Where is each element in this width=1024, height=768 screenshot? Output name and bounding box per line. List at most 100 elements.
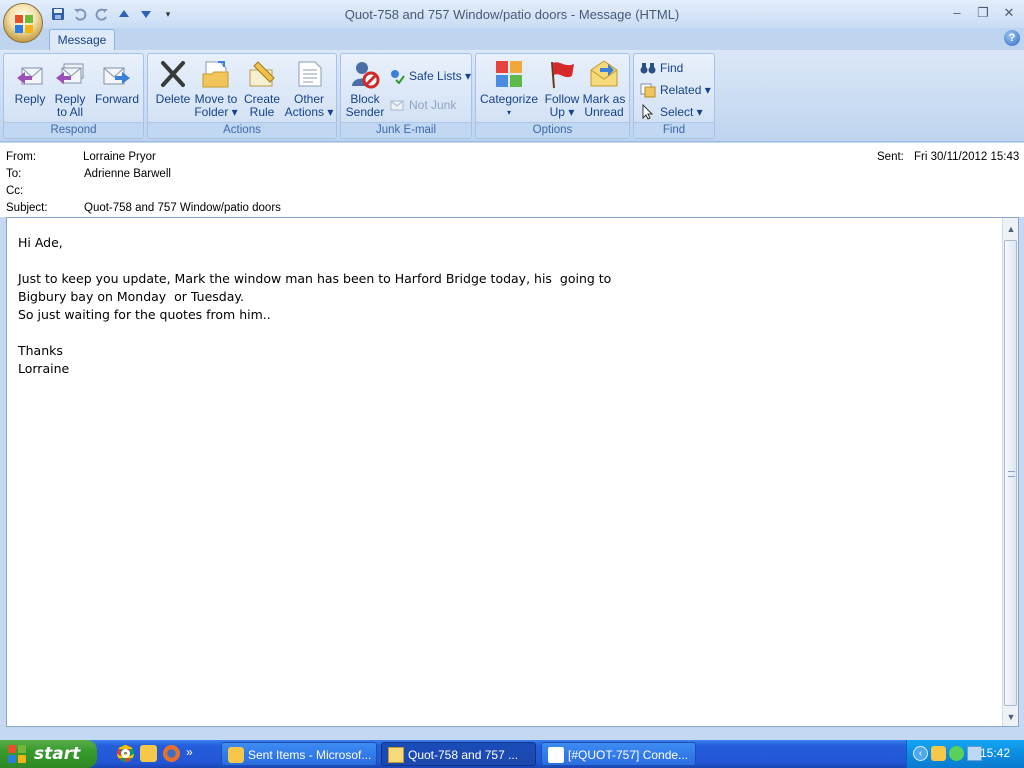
to-label: To: bbox=[6, 168, 22, 180]
not-junk-icon bbox=[390, 100, 404, 111]
select-button[interactable]: Select ▾ bbox=[640, 103, 703, 121]
related-button[interactable]: Related ▾ bbox=[640, 81, 711, 99]
body-line bbox=[18, 252, 978, 270]
not-junk-label: Not Junk bbox=[409, 98, 457, 112]
find-button[interactable]: Find bbox=[640, 59, 683, 77]
cc-label: Cc: bbox=[6, 185, 24, 197]
ribbon-tab-row: Message ? bbox=[0, 28, 1024, 51]
help-icon[interactable]: ? bbox=[1004, 30, 1020, 46]
chrome-icon[interactable] bbox=[117, 745, 134, 762]
ribbon: Reply Reply to All Forward Respond Delet… bbox=[0, 50, 1024, 142]
message-body[interactable]: Hi Ade, Just to keep you update, Mark th… bbox=[6, 217, 1019, 727]
body-line: Thanks bbox=[18, 343, 63, 358]
taskbar-item-label: Sent Items - Microsof... bbox=[248, 748, 372, 762]
from-label: From: bbox=[6, 151, 37, 163]
safe-lists-icon bbox=[391, 70, 405, 84]
group-actions: Delete Move to Folder ▾ Create Rule Othe… bbox=[147, 53, 337, 139]
scroll-up-icon[interactable]: ▲ bbox=[1003, 221, 1019, 237]
close-button[interactable]: ✕ bbox=[998, 4, 1020, 22]
system-tray: ‹ 15:42 bbox=[906, 740, 1024, 768]
move-to-folder-button[interactable]: Move to Folder ▾ bbox=[194, 58, 238, 124]
restore-button[interactable]: ❐ bbox=[972, 4, 994, 22]
from-value[interactable]: Lorraine Pryor bbox=[83, 151, 156, 163]
previous-item-icon[interactable] bbox=[116, 6, 132, 22]
quick-launch-more-icon[interactable]: » bbox=[186, 745, 193, 762]
forward-button[interactable]: Forward bbox=[94, 58, 140, 124]
envelope-icon bbox=[388, 747, 404, 763]
outlook-icon bbox=[228, 747, 244, 763]
scrollbar-grip-icon bbox=[1008, 471, 1015, 477]
outlook-icon[interactable] bbox=[140, 745, 157, 762]
tray-expand-icon[interactable]: ‹ bbox=[913, 746, 928, 761]
categorize-label-2: ▾ bbox=[506, 108, 511, 117]
tray-outlook-icon[interactable] bbox=[931, 746, 946, 761]
save-icon[interactable] bbox=[50, 6, 66, 22]
related-label: Related ▾ bbox=[660, 83, 711, 97]
tab-message[interactable]: Message bbox=[49, 29, 115, 51]
delete-button[interactable]: Delete bbox=[151, 58, 195, 124]
safe-lists-label: Safe Lists ▾ bbox=[409, 69, 472, 83]
taskbar-item-quot-757[interactable]: [#QUOT-757] Conde... bbox=[541, 742, 696, 766]
mark-as-unread-button[interactable]: Mark as Unread bbox=[582, 58, 626, 124]
taskbar-item-quot-message[interactable]: Quot-758 and 757 ... bbox=[381, 742, 536, 766]
redo-icon[interactable] bbox=[94, 6, 110, 22]
mark-as-unread-icon bbox=[590, 60, 618, 87]
other-actions-button[interactable]: Other Actions ▾ bbox=[284, 58, 334, 124]
quick-launch: » bbox=[117, 745, 193, 762]
other-actions-icon bbox=[298, 61, 322, 87]
delete-label: Delete bbox=[155, 92, 191, 106]
firefox-icon[interactable] bbox=[163, 745, 180, 762]
group-label-options: Options bbox=[476, 122, 629, 138]
group-respond: Reply Reply to All Forward Respond bbox=[3, 53, 144, 139]
taskbar-item-label: [#QUOT-757] Conde... bbox=[568, 748, 689, 762]
scroll-down-icon[interactable]: ▼ bbox=[1003, 709, 1019, 725]
sent-value: Fri 30/11/2012 15:43 bbox=[914, 151, 1020, 163]
windows-logo-icon bbox=[8, 745, 26, 763]
mark-as-unread-label-2: Unread bbox=[584, 105, 624, 119]
create-rule-button[interactable]: Create Rule bbox=[240, 58, 284, 124]
minimize-button[interactable]: – bbox=[946, 4, 968, 22]
next-item-icon[interactable] bbox=[138, 6, 154, 22]
window-controls: – ❐ ✕ bbox=[946, 4, 1020, 22]
delete-icon bbox=[161, 61, 185, 87]
start-button[interactable]: start bbox=[0, 740, 97, 768]
find-label: Find bbox=[660, 61, 684, 75]
body-line bbox=[18, 324, 978, 342]
categorize-button[interactable]: Categorize ▾ bbox=[479, 58, 539, 124]
select-label: Select ▾ bbox=[660, 105, 703, 119]
categorize-label-1: Categorize bbox=[479, 92, 539, 106]
follow-up-flag-icon bbox=[551, 61, 574, 89]
group-find: Find Related ▾ Select ▾ Find bbox=[633, 53, 715, 139]
customize-toolbar-icon[interactable]: ▾ bbox=[160, 6, 176, 22]
vertical-scrollbar[interactable]: ▲ ▼ bbox=[1002, 218, 1018, 726]
body-line: Lorraine bbox=[18, 361, 70, 376]
group-options: Categorize ▾ Follow Up ▾ Mark as Unread … bbox=[475, 53, 630, 139]
block-sender-button[interactable]: Block Sender bbox=[343, 58, 387, 124]
other-actions-label-2: Actions ▾ bbox=[284, 105, 334, 119]
group-label-junk: Junk E-mail bbox=[341, 122, 471, 138]
taskbar-item-sent-items[interactable]: Sent Items - Microsof... bbox=[221, 742, 377, 766]
group-label-respond: Respond bbox=[4, 122, 143, 138]
group-label-actions: Actions bbox=[148, 122, 336, 138]
binoculars-icon bbox=[640, 63, 656, 74]
tray-status-icon[interactable] bbox=[949, 746, 964, 761]
office-button[interactable] bbox=[3, 3, 43, 43]
to-value[interactable]: Adrienne Barwell bbox=[84, 168, 171, 180]
forward-icon bbox=[103, 67, 130, 85]
title-bar: ▾ Quot-758 and 757 Window/patio doors - … bbox=[0, 0, 1024, 28]
undo-icon[interactable] bbox=[72, 6, 88, 22]
safe-lists-button[interactable]: Safe Lists ▾ bbox=[389, 67, 471, 85]
reply-button[interactable]: Reply bbox=[8, 58, 52, 124]
taskbar: start » Sent Items - Microsof... Quot-75… bbox=[0, 740, 1024, 768]
reply-label: Reply bbox=[14, 92, 46, 106]
body-line: Bigbury bay on Monday or Tuesday. bbox=[18, 289, 244, 304]
follow-up-button[interactable]: Follow Up ▾ bbox=[540, 58, 584, 124]
group-label-find: Find bbox=[634, 122, 714, 138]
subject-label: Subject: bbox=[6, 202, 48, 214]
scrollbar-thumb[interactable] bbox=[1004, 240, 1017, 706]
reply-all-button[interactable]: Reply to All bbox=[48, 58, 92, 124]
sent-label: Sent: bbox=[877, 151, 904, 163]
create-rule-icon bbox=[249, 61, 275, 87]
reply-icon bbox=[17, 67, 43, 85]
related-icon bbox=[640, 83, 656, 98]
